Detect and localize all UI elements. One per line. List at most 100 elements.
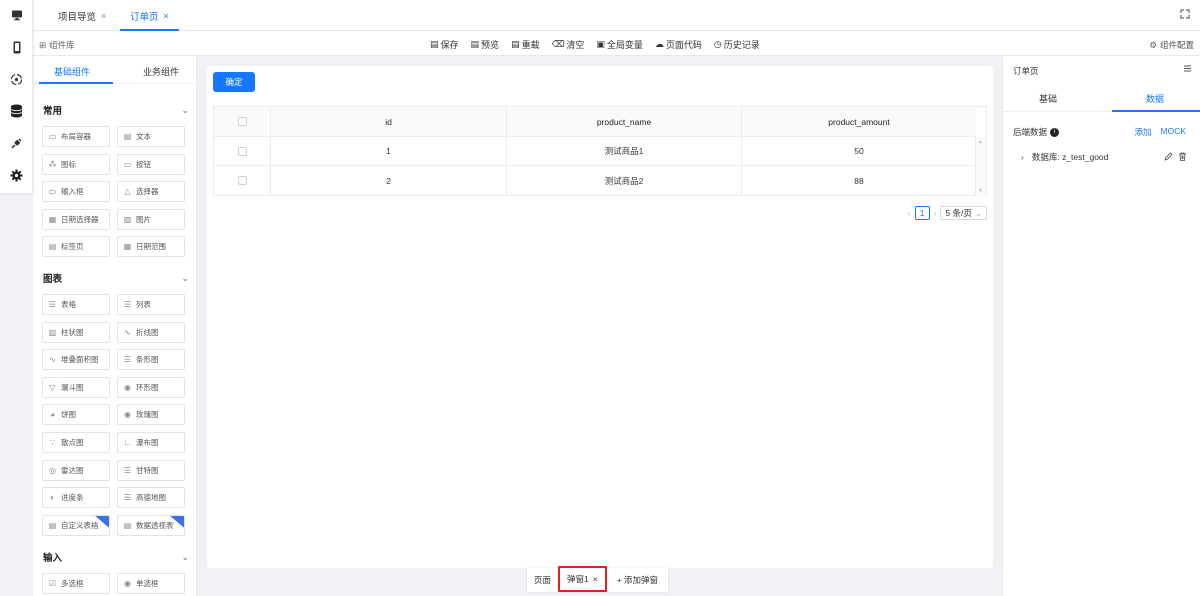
tab-order-page[interactable]: 订单页 × <box>120 0 179 31</box>
datasource-row[interactable]: › 数据库: z_test_good <box>1021 151 1187 163</box>
rail-database[interactable] <box>0 96 33 126</box>
component-item[interactable]: ∿ 堆叠面积图 <box>42 349 110 371</box>
rail-mobile[interactable] <box>0 32 33 62</box>
section-input[interactable]: 输入 ⌄ <box>43 550 189 565</box>
component-icon: ◉ <box>124 382 131 392</box>
component-icon: ▤ <box>48 520 57 530</box>
component-item[interactable]: ◕ 饼图 <box>42 404 110 426</box>
component-item[interactable]: ☰ 列表 <box>117 294 185 315</box>
component-icon: ∿ <box>49 355 56 365</box>
row-checkbox[interactable] <box>237 146 247 156</box>
component-item[interactable]: ◉ 环形图 <box>117 376 185 398</box>
menu-icon[interactable] <box>1183 64 1192 75</box>
reload-button[interactable]: ▤ 重载 <box>511 38 540 51</box>
component-item[interactable]: ⁂ 图标 <box>42 153 110 175</box>
close-icon[interactable]: × <box>101 11 106 21</box>
data-table[interactable]: id product_name product_amount 1 测试商品1 5… <box>213 106 987 196</box>
component-item[interactable]: ☰ 条形图 <box>117 349 185 371</box>
tab-project-overview[interactable]: 项目导览 × <box>58 0 106 31</box>
trash-icon[interactable] <box>1178 152 1187 163</box>
tab-basic[interactable]: 基础 <box>1039 92 1057 105</box>
component-item[interactable]: ▽ 漏斗图 <box>42 376 110 398</box>
tab-popup-1[interactable]: 弹窗1 × <box>558 566 607 592</box>
component-item[interactable]: ∵ 散点图 <box>42 432 110 453</box>
section-charts[interactable]: 图表 ⌄ <box>43 271 189 286</box>
variable-icon: ▣ <box>596 39 605 49</box>
tab-business-components[interactable]: 业务组件 <box>143 65 179 78</box>
table-header-row: id product_name product_amount <box>214 107 976 137</box>
chevron-right-icon[interactable]: › <box>1021 152 1024 162</box>
component-label: 条形图 <box>136 355 159 365</box>
table-row[interactable]: 2 测试商品2 88 <box>214 166 976 195</box>
component-item[interactable]: ▤ 文本 <box>117 126 185 147</box>
rail-plug[interactable] <box>0 128 33 158</box>
component-item[interactable]: ▤ 自定义表格 <box>42 514 110 536</box>
clear-button[interactable]: ⌫ 清空 <box>552 38 585 51</box>
design-canvas[interactable]: 确定 id product_name product_amount 1 测试商品… <box>207 66 993 568</box>
component-item[interactable]: ☰ 甘特图 <box>117 459 185 481</box>
component-item[interactable]: ▭ 布局容器 <box>42 126 110 147</box>
backend-data-label: 后端数据 i <box>1013 126 1060 138</box>
component-item[interactable]: ▭ 按钮 <box>117 153 185 175</box>
add-popup-button[interactable]: + 添加弹窗 <box>607 568 668 592</box>
component-item[interactable]: ◉ 单选框 <box>117 573 185 594</box>
component-item[interactable]: △ 选择器 <box>117 181 185 203</box>
table-scrollbar[interactable]: ▲ ▼ <box>975 137 986 196</box>
config-tabs: 基础 数据 <box>1003 84 1200 112</box>
scroll-up-icon[interactable]: ▲ <box>978 139 983 145</box>
component-item[interactable]: ◉ 玫瑰图 <box>117 404 185 426</box>
close-icon[interactable]: × <box>593 574 598 584</box>
component-item[interactable]: ▭ 输入框 <box>42 181 110 203</box>
component-item[interactable]: ∿ 折线图 <box>117 321 185 343</box>
component-icon: ▦ <box>48 214 57 224</box>
add-data-link[interactable]: 添加 <box>1134 126 1151 138</box>
confirm-button[interactable]: 确定 <box>213 72 255 92</box>
rail-cycle[interactable] <box>0 64 33 94</box>
prev-page-icon[interactable]: ‹ <box>908 208 911 218</box>
global-vars-button[interactable]: ▣ 全局变量 <box>596 38 643 51</box>
edit-icon[interactable] <box>1164 151 1173 163</box>
component-label: 输入框 <box>61 187 84 197</box>
component-item[interactable]: ☰ 高德地图 <box>117 487 185 509</box>
save-icon: ▤ <box>430 39 439 49</box>
component-icon: ◉ <box>124 579 131 588</box>
component-label: 散点图 <box>61 438 84 447</box>
component-item[interactable]: ▦ 日期范围 <box>117 236 185 258</box>
mock-link[interactable]: MOCK <box>1161 126 1187 138</box>
rail-monitor[interactable] <box>0 0 33 30</box>
page-number[interactable]: 1 <box>914 206 930 220</box>
close-icon[interactable]: × <box>164 11 169 21</box>
preview-button[interactable]: ▤ 预览 <box>471 38 500 51</box>
component-item[interactable]: ▦ 日期选择器 <box>42 208 110 230</box>
page-code-button[interactable]: ☁ 页面代码 <box>655 38 702 51</box>
component-item[interactable]: ◐ 进度条 <box>42 487 110 509</box>
tab-page[interactable]: 页面 <box>527 568 558 592</box>
select-all-checkbox[interactable] <box>237 117 247 126</box>
tab-underline <box>1112 110 1200 112</box>
save-button[interactable]: ▤ 保存 <box>430 38 459 51</box>
section-common[interactable]: 常用 ⌄ <box>43 103 189 118</box>
row-checkbox[interactable] <box>237 176 247 185</box>
fullscreen-icon[interactable] <box>1180 9 1190 21</box>
component-item[interactable]: ∟ 瀑布图 <box>117 432 185 453</box>
scroll-down-icon[interactable]: ▼ <box>978 188 983 194</box>
component-item[interactable]: ▤ 数据透视表 <box>117 514 185 536</box>
history-button[interactable]: ◷ 历史记录 <box>714 38 760 51</box>
page-size-select[interactable]: 5 条/页 ⌄ <box>940 206 987 220</box>
component-icon: ☰ <box>123 300 132 309</box>
column-header: id <box>271 107 507 136</box>
info-icon[interactable]: i <box>1050 127 1060 137</box>
component-item[interactable]: ◎ 雷达图 <box>42 459 110 481</box>
component-item[interactable]: ▥ 柱状图 <box>42 321 110 343</box>
tab-data[interactable]: 数据 <box>1146 92 1164 105</box>
tab-basic-components[interactable]: 基础组件 <box>54 65 90 78</box>
component-item[interactable]: ▨ 图片 <box>117 208 185 230</box>
component-item[interactable]: ☑ 多选框 <box>42 573 110 594</box>
component-config-button[interactable]: ⚙ 组件配置 <box>1149 39 1194 51</box>
data-actions: 添加 MOCK <box>1134 126 1186 138</box>
component-item[interactable]: ▤ 标签页 <box>42 236 110 258</box>
component-item[interactable]: ☰ 表格 <box>42 294 110 315</box>
table-row[interactable]: 1 测试商品1 50 <box>214 137 976 166</box>
next-page-icon[interactable]: › <box>934 208 937 218</box>
rail-settings[interactable] <box>0 160 33 190</box>
